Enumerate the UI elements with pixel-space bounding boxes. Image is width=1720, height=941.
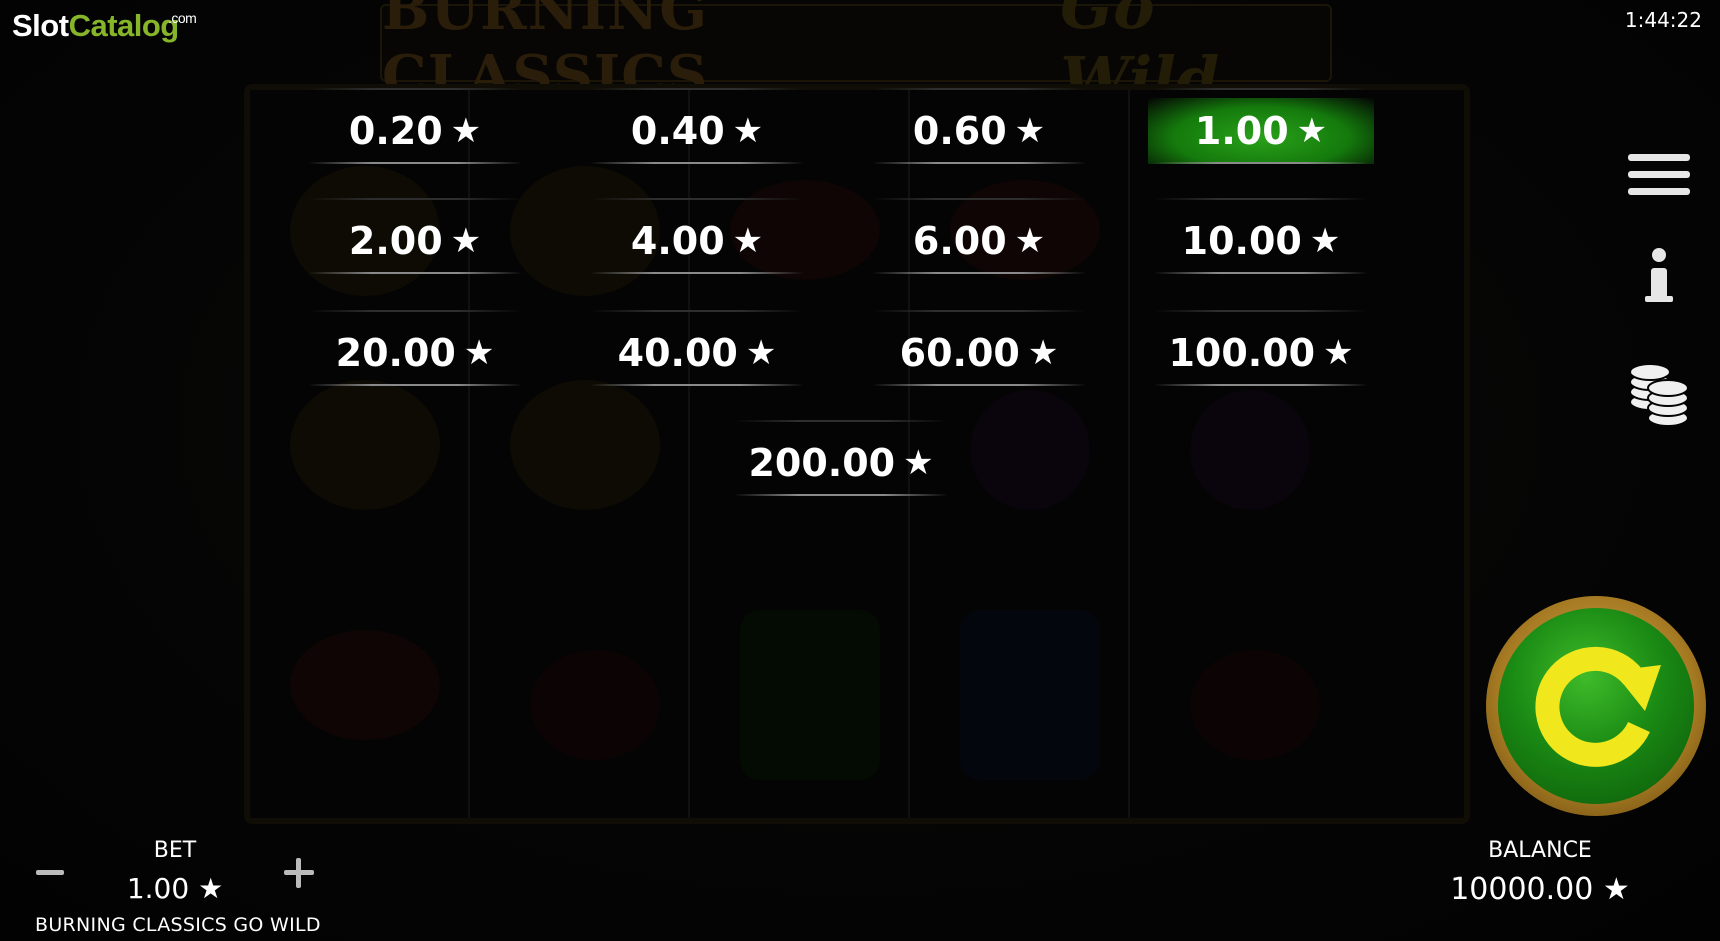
star-icon: ★: [732, 221, 764, 261]
star-icon: ★: [198, 872, 224, 905]
star-icon: ★: [1309, 221, 1341, 261]
lemon-symbol: [290, 380, 440, 510]
slotcatalog-logo: SlotCatalog .com: [12, 8, 197, 43]
cherry-symbol: [1190, 650, 1320, 760]
star-icon: ★: [1014, 221, 1046, 261]
watermelon-symbol: [290, 630, 440, 740]
balance-value: 10000.00 ★: [1450, 872, 1630, 907]
bet-option[interactable]: 2.00 ★: [302, 198, 528, 274]
bet-option[interactable]: 200.00 ★: [728, 420, 954, 496]
bet-option[interactable]: 0.40 ★: [584, 88, 810, 164]
bet-option[interactable]: 60.00 ★: [866, 310, 1092, 386]
spin-arrow-icon: [1535, 646, 1661, 767]
star-icon: ★: [450, 221, 482, 261]
star-icon: ★: [1014, 111, 1046, 151]
balance-label: BALANCE: [1488, 838, 1592, 863]
plum-symbol: [970, 390, 1090, 510]
menu-icon[interactable]: [1626, 146, 1692, 202]
plum-symbol: [1190, 390, 1310, 510]
bet-label: BET: [153, 838, 197, 863]
bet-option[interactable]: 100.00 ★: [1148, 310, 1374, 386]
clock: 1:44:22: [1624, 8, 1702, 32]
bet-option[interactable]: 0.20 ★: [302, 88, 528, 164]
info-icon[interactable]: [1626, 240, 1692, 310]
star-icon: ★: [745, 333, 777, 373]
game-name: BURNING CLASSICS GO WILD: [35, 914, 321, 936]
bet-option[interactable]: 0.60 ★: [866, 88, 1092, 164]
spin-button[interactable]: [1486, 596, 1706, 816]
coins-icon[interactable]: [1626, 352, 1692, 428]
star-icon: ★: [463, 333, 495, 373]
lemon-symbol: [510, 380, 660, 510]
bet-value: 1.00 ★: [126, 872, 224, 905]
seven-symbol: [960, 610, 1100, 780]
star-icon: ★: [1027, 333, 1059, 373]
cherry-symbol: [530, 650, 660, 760]
bet-option[interactable]: 40.00 ★: [584, 310, 810, 386]
star-icon: ★: [732, 111, 764, 151]
star-icon: ★: [903, 443, 934, 483]
star-icon: ★: [1296, 111, 1328, 151]
game-title-banner: BURNING CLASSICS Go Wild: [380, 0, 1332, 116]
game-screen: SlotCatalog .com 1:44:22 BURNING CLASSIC…: [0, 0, 1720, 941]
seven-symbol: [740, 610, 880, 780]
increase-bet-button[interactable]: [284, 858, 314, 888]
bet-option[interactable]: 6.00 ★: [866, 198, 1092, 274]
star-icon: ★: [1602, 872, 1630, 907]
star-icon: ★: [450, 111, 482, 151]
bet-option[interactable]: 4.00 ★: [584, 198, 810, 274]
star-icon: ★: [1323, 333, 1354, 373]
bet-option-selected[interactable]: 1.00 ★: [1148, 88, 1374, 164]
bet-option[interactable]: 20.00 ★: [302, 310, 528, 386]
decrease-bet-button[interactable]: [36, 858, 64, 886]
bet-option[interactable]: 10.00 ★: [1148, 198, 1374, 274]
